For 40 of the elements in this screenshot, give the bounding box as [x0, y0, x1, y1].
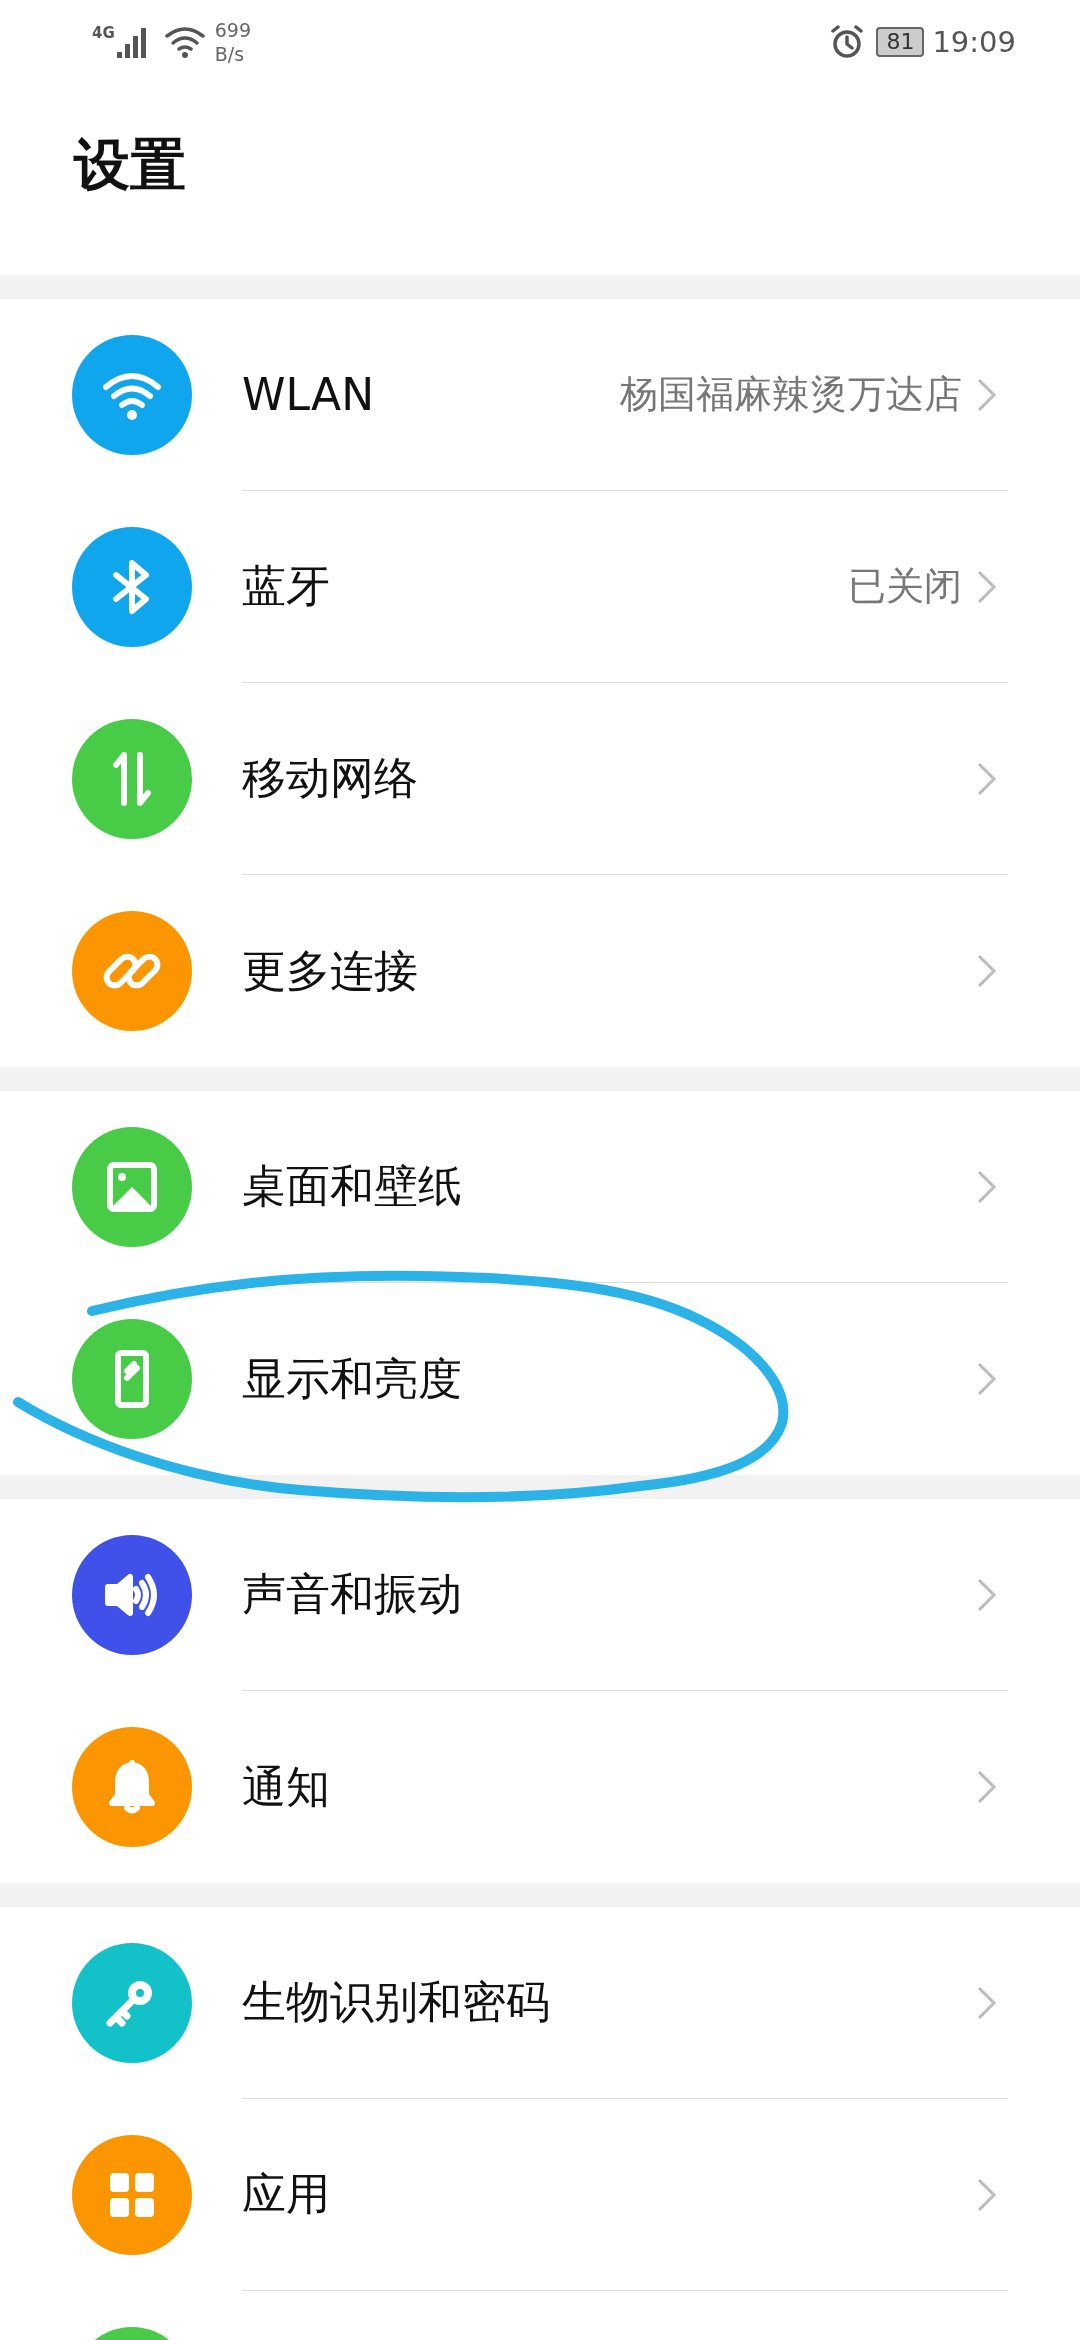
chevron-icon [976, 568, 998, 605]
setting-label[interactable]: 更多连接 [242, 941, 976, 1001]
chevron-icon [976, 760, 998, 797]
settings-row[interactable]: WLAN 杨国福麻辣烫万达店 [0, 299, 1080, 491]
chevron-icon [976, 1576, 998, 1613]
setting-label[interactable]: WLAN [242, 369, 620, 420]
setting-label[interactable]: 通知 [242, 1757, 976, 1817]
setting-label[interactable]: 声音和振动 [242, 1565, 976, 1624]
network-type: 4G [92, 24, 115, 42]
settings-row[interactable]: 通知 [0, 1691, 1080, 1883]
chevron-icon [976, 376, 998, 413]
page-title: 设置 [72, 131, 187, 199]
settings-row[interactable]: 生物识别和密码 [0, 1907, 1080, 2099]
chevron-icon [976, 1984, 998, 2021]
battery-indicator: 81 [876, 27, 925, 57]
speed-unit: B/s [214, 42, 246, 66]
alarm-icon [830, 25, 865, 59]
settings-row[interactable]: 应用 [0, 2099, 1080, 2291]
settings-row[interactable]: 声音和振动 [0, 1499, 1080, 1691]
clock-time: 19:09 [932, 25, 1016, 59]
settings-row[interactable]: 桌面和壁纸 [0, 1091, 1080, 1283]
setting-label[interactable]: 生物识别和密码 [242, 1973, 976, 2032]
chevron-icon [976, 1769, 998, 1805]
setting-label[interactable]: 蓝牙 [242, 557, 848, 616]
chevron-icon [976, 953, 998, 989]
settings-row[interactable]: 移动网络 [0, 683, 1080, 875]
setting-label[interactable]: 显示和亮度 [242, 1349, 976, 1409]
network-speed: 699 [214, 18, 251, 42]
chevron-icon [976, 2176, 998, 2213]
settings-row[interactable]: 更多连接 [0, 875, 1080, 1067]
setting-value: 已关闭 [848, 563, 962, 610]
settings-row[interactable]: 蓝牙 已关闭 [0, 491, 1080, 683]
setting-label[interactable]: 应用 [242, 2165, 976, 2224]
chevron-icon [976, 1361, 998, 1397]
wifi-icon [162, 24, 207, 60]
setting-label[interactable]: 移动网络 [242, 749, 976, 808]
chevron-icon [976, 1168, 998, 1205]
setting-value: 杨国福麻辣烫万达店 [620, 371, 962, 418]
setting-label[interactable]: 桌面和壁纸 [242, 1157, 976, 1216]
settings-row[interactable]: 显示和亮度 [0, 1283, 1080, 1475]
